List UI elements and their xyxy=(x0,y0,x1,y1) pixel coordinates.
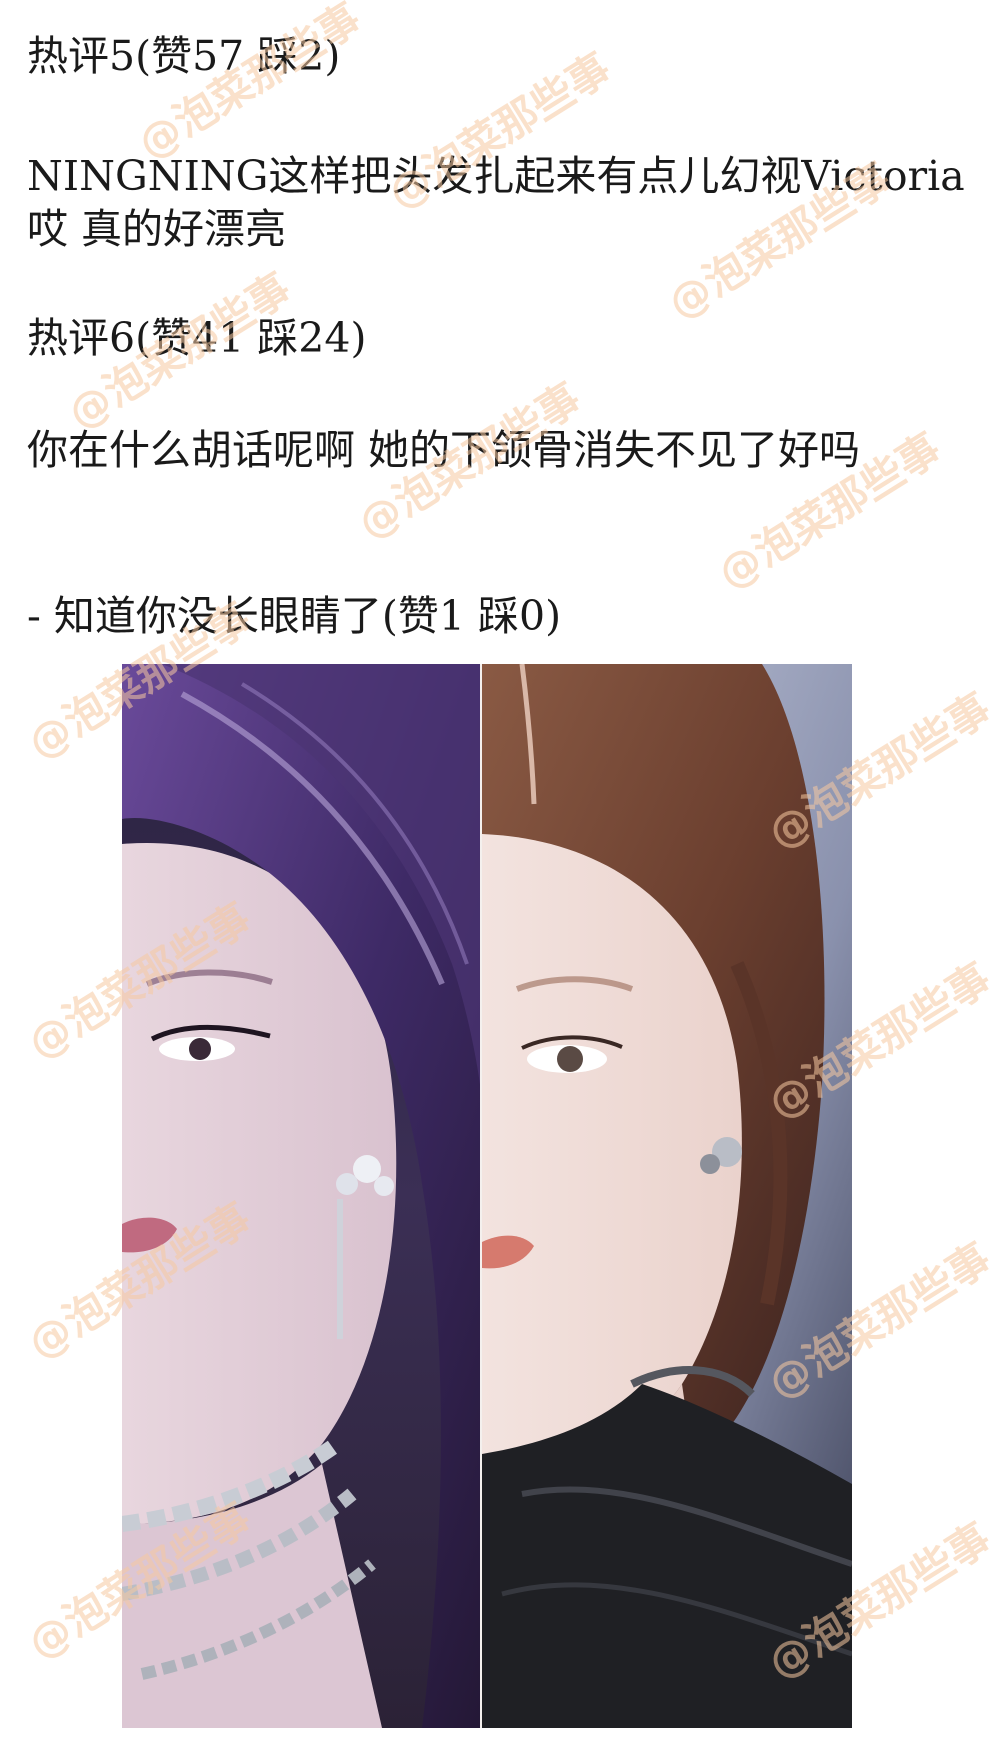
watermark-text: @泡菜那些事 xyxy=(129,0,369,168)
comment-6-body: 你在什么胡话呢啊 她的下颌骨消失不见了好吗 xyxy=(27,426,861,474)
photo-right-panel xyxy=(482,664,852,1728)
comment-5-header: 热评5(赞57 踩2) xyxy=(27,32,341,80)
comparison-photo xyxy=(122,664,852,1728)
comment-5-body: NINGNING这样把头发扎起来有点儿幻视Victoria哎 真的好漂亮 xyxy=(27,152,965,253)
comment-6-header: 热评6(赞41 踩24) xyxy=(27,314,367,362)
reply-text: - 知道你没长眼睛了(赞1 踩0) xyxy=(27,592,562,640)
photo-left-panel xyxy=(122,664,480,1728)
